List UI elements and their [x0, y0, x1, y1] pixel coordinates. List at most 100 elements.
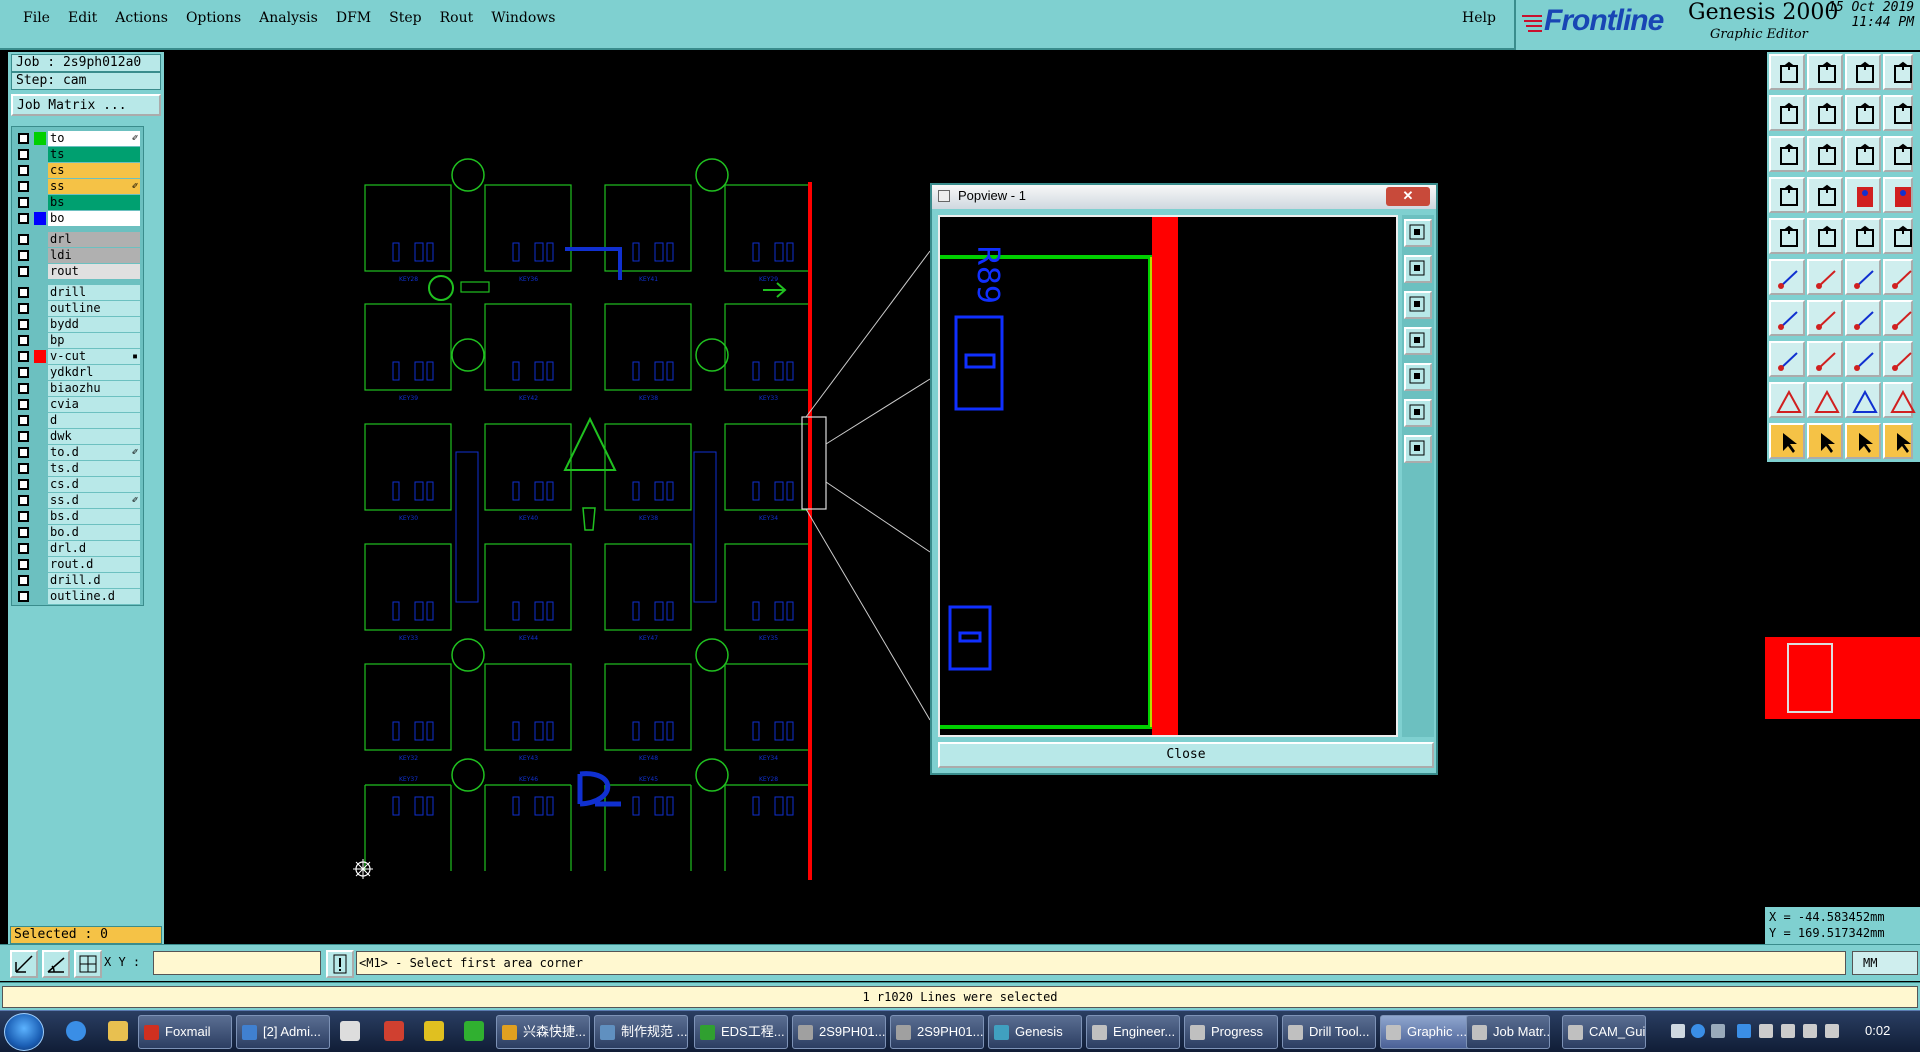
- menu-options[interactable]: Options: [177, 10, 250, 26]
- layer-row-to[interactable]: to ✐: [14, 131, 141, 146]
- popview-tool-1-button[interactable]: [1404, 219, 1432, 247]
- layer-checkbox[interactable]: [18, 287, 29, 298]
- layer-row-drl-d[interactable]: drl.d: [14, 541, 141, 556]
- popview-tool-2-button[interactable]: [1404, 255, 1432, 283]
- layer-checkbox[interactable]: [18, 197, 29, 208]
- taskbar-doc-icon[interactable]: [340, 1021, 360, 1041]
- popview-tool-4-button[interactable]: [1404, 327, 1432, 355]
- layer-checkbox[interactable]: [18, 367, 29, 378]
- taskbar-item-2[interactable]: [2] Admi...: [236, 1015, 330, 1049]
- left-button[interactable]: [1769, 95, 1805, 131]
- layer-row-ldi[interactable]: ldi: [14, 248, 141, 263]
- layer-row-ts[interactable]: ts: [14, 147, 141, 162]
- layer-checkbox[interactable]: [18, 575, 29, 586]
- home-button[interactable]: [1845, 54, 1881, 90]
- layer-color-swatch[interactable]: [34, 382, 46, 395]
- layer-name[interactable]: to ✐: [48, 131, 140, 146]
- layer-name[interactable]: outline: [48, 301, 140, 316]
- cross-button[interactable]: [1807, 259, 1843, 295]
- layer-color-swatch[interactable]: [34, 265, 46, 278]
- select-drag-button[interactable]: [1845, 423, 1881, 459]
- taskbar-green-icon[interactable]: [464, 1021, 484, 1041]
- menu-windows[interactable]: Windows: [482, 10, 564, 26]
- taskbar-item-3[interactable]: 兴森快捷...: [496, 1015, 590, 1049]
- layer-row-outline-d[interactable]: outline.d: [14, 589, 141, 604]
- net-red-button[interactable]: [1845, 177, 1881, 213]
- layer-color-swatch[interactable]: [34, 334, 46, 347]
- taskbar-item-14[interactable]: CAM_Gui...: [1562, 1015, 1646, 1049]
- units-selector[interactable]: MM: [1852, 951, 1918, 975]
- layer-color-swatch[interactable]: [34, 233, 46, 246]
- layer-checkbox[interactable]: [18, 181, 29, 192]
- layer-color-swatch[interactable]: [34, 212, 46, 225]
- menu-file[interactable]: File: [14, 10, 59, 26]
- layer-name[interactable]: dwk: [48, 429, 140, 444]
- taskbar-yellow-icon[interactable]: [424, 1021, 444, 1041]
- popview-close-button[interactable]: Close: [938, 742, 1434, 768]
- tray-clock[interactable]: 0:02: [1865, 1023, 1890, 1038]
- layer-color-swatch[interactable]: [34, 249, 46, 262]
- layer-color-swatch[interactable]: [34, 366, 46, 379]
- dot-button[interactable]: [1883, 218, 1913, 254]
- taskbar-chrome-icon[interactable]: [384, 1021, 404, 1041]
- angle-button[interactable]: [1769, 300, 1805, 336]
- layer-name[interactable]: outline.d: [48, 589, 140, 604]
- layer-checkbox[interactable]: [18, 431, 29, 442]
- taskbar-item-7[interactable]: 2S9PH01...: [890, 1015, 984, 1049]
- layer-checkbox[interactable]: [18, 351, 29, 362]
- tray-shield-icon[interactable]: [1737, 1024, 1751, 1038]
- layer-checkbox[interactable]: [18, 463, 29, 474]
- menu-rout[interactable]: Rout: [431, 10, 483, 26]
- group-button[interactable]: [1883, 341, 1913, 377]
- overview-map[interactable]: [1765, 637, 1920, 719]
- layer-row-bp[interactable]: bp: [14, 333, 141, 348]
- layer-name[interactable]: ldi: [48, 248, 140, 263]
- layer-row-dwk[interactable]: dwk: [14, 429, 141, 444]
- start-button[interactable]: [4, 1013, 44, 1051]
- layer-row-rout[interactable]: rout: [14, 264, 141, 279]
- menu-step[interactable]: Step: [380, 10, 430, 26]
- tray-keyboard-icon[interactable]: [1671, 1024, 1685, 1038]
- taskbar-item-12[interactable]: Graphic ...: [1380, 1015, 1474, 1049]
- layer-row-drl[interactable]: drl: [14, 232, 141, 247]
- ratio-button[interactable]: [1845, 136, 1881, 172]
- layer-name[interactable]: v-cut ▪: [48, 349, 140, 364]
- layer-checkbox[interactable]: [18, 543, 29, 554]
- menu-dfm[interactable]: DFM: [327, 10, 380, 26]
- layer-color-swatch[interactable]: [34, 430, 46, 443]
- tray-settings-icon[interactable]: [1711, 1024, 1725, 1038]
- popview-tool-3-button[interactable]: [1404, 291, 1432, 319]
- ruler-button[interactable]: [1845, 218, 1881, 254]
- layer-checkbox[interactable]: [18, 591, 29, 602]
- layer-checkbox[interactable]: [18, 447, 29, 458]
- probe-button[interactable]: [1807, 177, 1843, 213]
- layer-row-ss-d[interactable]: ss.d ✐: [14, 493, 141, 508]
- layer-color-swatch[interactable]: [34, 590, 46, 603]
- triangle-b-button[interactable]: [1845, 382, 1881, 418]
- layer-color-swatch[interactable]: [34, 180, 46, 193]
- xy-input[interactable]: [153, 951, 321, 975]
- layer-color-swatch[interactable]: [34, 446, 46, 459]
- taskbar-item-10[interactable]: Progress: [1184, 1015, 1278, 1049]
- taskbar-item-13[interactable]: Job Matr...: [1466, 1015, 1550, 1049]
- layer-name[interactable]: d: [48, 413, 140, 428]
- layer-checkbox[interactable]: [18, 165, 29, 176]
- layer-checkbox[interactable]: [18, 234, 29, 245]
- layer-color-swatch[interactable]: [34, 478, 46, 491]
- layer-color-swatch[interactable]: [34, 398, 46, 411]
- tray-volume-icon[interactable]: [1781, 1024, 1795, 1038]
- layer-row-d[interactable]: d: [14, 413, 141, 428]
- layer-color-swatch[interactable]: [34, 196, 46, 209]
- layer-name[interactable]: cs: [48, 163, 140, 178]
- layer-checkbox[interactable]: [18, 250, 29, 261]
- slash-button[interactable]: [1807, 300, 1843, 336]
- layer-name[interactable]: bydd: [48, 317, 140, 332]
- layer-name[interactable]: ts: [48, 147, 140, 162]
- tray-power-icon[interactable]: [1803, 1024, 1817, 1038]
- layer-checkbox[interactable]: [18, 213, 29, 224]
- layer-row-drill-d[interactable]: drill.d: [14, 573, 141, 588]
- triangle-a-button[interactable]: [1807, 382, 1843, 418]
- connect-button[interactable]: [1769, 259, 1805, 295]
- select-box-button[interactable]: [1807, 423, 1843, 459]
- toggle-button[interactable]: [1845, 95, 1881, 131]
